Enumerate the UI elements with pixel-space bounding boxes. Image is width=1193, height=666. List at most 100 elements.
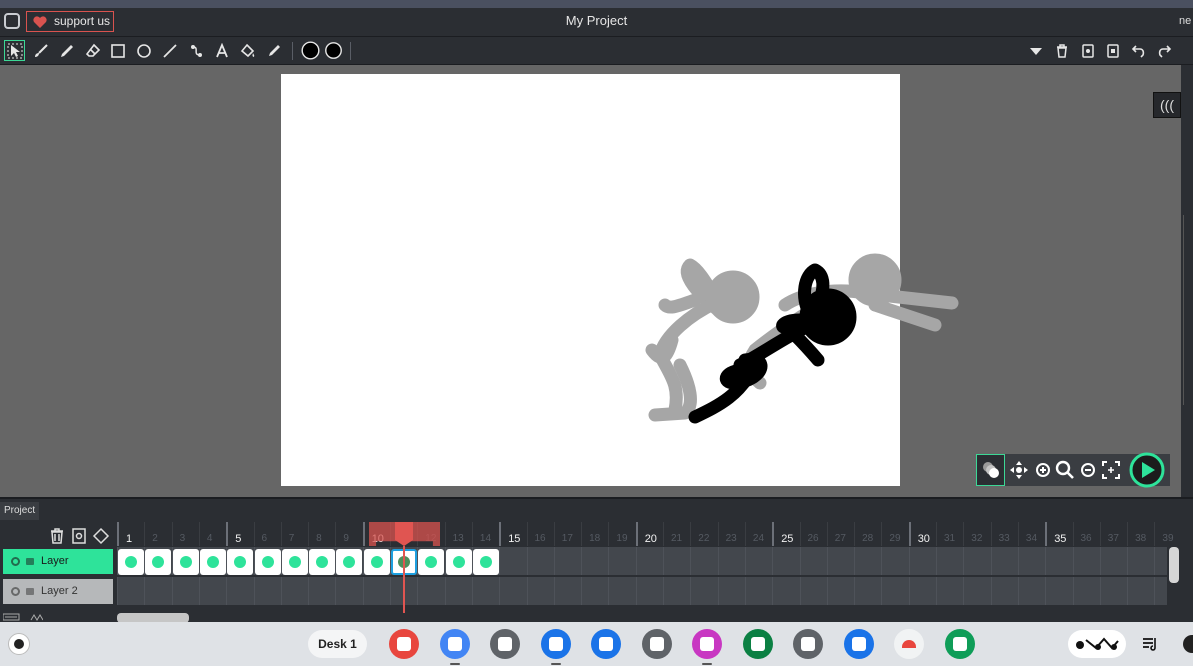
frame-cell[interactable] (444, 577, 472, 605)
rocket-app-icon[interactable] (591, 629, 621, 659)
copy-button[interactable] (1077, 40, 1098, 61)
frame-cell[interactable] (990, 547, 1018, 575)
frame-cell[interactable] (936, 577, 963, 605)
lock-icon[interactable] (26, 558, 34, 565)
frame-number[interactable]: 9 (335, 522, 362, 546)
frame-cell[interactable] (908, 577, 936, 605)
frame-cell[interactable] (1154, 547, 1167, 575)
keyframe[interactable] (418, 549, 445, 575)
frame-cell[interactable] (198, 577, 226, 605)
frame-cell[interactable] (1017, 547, 1045, 575)
keyframe[interactable] (227, 549, 254, 575)
frame-cell[interactable] (799, 577, 827, 605)
keyframe[interactable] (172, 549, 199, 575)
settings-icon[interactable] (793, 629, 823, 659)
keyframe[interactable] (445, 549, 472, 575)
fit-to-screen-button[interactable] (1100, 458, 1122, 482)
frame-cell[interactable] (854, 547, 881, 575)
launcher-button[interactable] (8, 633, 30, 655)
play-button[interactable] (1128, 452, 1166, 488)
frame-cell[interactable] (1045, 547, 1072, 575)
frame-number[interactable]: 13 (444, 522, 472, 546)
fill-color-swatch[interactable] (323, 40, 344, 61)
chrome-icon[interactable] (440, 629, 470, 665)
layer-frames-track[interactable] (117, 577, 1167, 605)
classroom-app-icon[interactable] (743, 629, 773, 659)
frame-cell[interactable] (144, 577, 171, 605)
frame-cell[interactable] (663, 577, 690, 605)
frame-cell[interactable] (1154, 577, 1167, 605)
stage-area[interactable]: ((( (0, 65, 1181, 497)
keyframe[interactable] (199, 549, 226, 575)
frame-cell[interactable] (772, 547, 799, 575)
layer-label-layer-2[interactable]: Layer 2 (3, 579, 113, 604)
frame-cell[interactable] (635, 547, 663, 575)
zoom-in-button[interactable] (1032, 458, 1054, 482)
frame-number[interactable]: 35 (1045, 522, 1072, 546)
frame-number[interactable]: 7 (280, 522, 308, 546)
frame-cell[interactable] (335, 577, 362, 605)
frame-cell[interactable] (608, 547, 635, 575)
frame-cell[interactable] (280, 577, 308, 605)
tool-options-dropdown[interactable] (1025, 40, 1046, 61)
paste-button[interactable] (1102, 40, 1123, 61)
frame-number[interactable]: 3 (171, 522, 199, 546)
line-tool[interactable] (159, 40, 180, 61)
frame-cell[interactable] (881, 547, 908, 575)
brush-tool[interactable] (30, 40, 51, 61)
frame-number[interactable]: 28 (854, 522, 881, 546)
frame-cell[interactable] (990, 577, 1018, 605)
eyedropper-tool[interactable] (263, 40, 284, 61)
frame-cell[interactable] (1072, 577, 1100, 605)
frame-cell[interactable] (663, 547, 690, 575)
tray-tote[interactable] (1068, 630, 1126, 658)
keyframe[interactable] (336, 549, 363, 575)
frame-cell[interactable] (581, 577, 608, 605)
frame-cell[interactable] (499, 547, 526, 575)
frame-number[interactable]: 32 (963, 522, 990, 546)
frame-cell[interactable] (963, 547, 990, 575)
frame-number[interactable]: 38 (1127, 522, 1154, 546)
frame-number[interactable]: 16 (526, 522, 554, 546)
frame-number[interactable]: 4 (198, 522, 226, 546)
frame-number[interactable]: 25 (772, 522, 799, 546)
frame-cell[interactable] (1099, 577, 1127, 605)
frame-cell[interactable] (717, 547, 745, 575)
paint-app-icon[interactable] (389, 629, 419, 659)
frame-number[interactable]: 17 (553, 522, 581, 546)
frame-cell[interactable] (526, 547, 554, 575)
frame-number[interactable]: 34 (1017, 522, 1045, 546)
timeline-size-icon[interactable] (2, 613, 44, 621)
keyframe[interactable] (145, 549, 172, 575)
ellipse-tool[interactable] (133, 40, 154, 61)
layer-frames-track[interactable] (117, 547, 1167, 575)
frame-number[interactable]: 8 (308, 522, 335, 546)
camera-icon[interactable] (844, 629, 874, 659)
frame-cell[interactable] (690, 547, 717, 575)
zoom-out-button[interactable] (1077, 458, 1099, 482)
frame-number[interactable]: 31 (936, 522, 963, 546)
add-blank-frame-icon[interactable] (70, 527, 88, 545)
frame-number[interactable]: 27 (826, 522, 854, 546)
drawing-canvas[interactable] (281, 74, 900, 486)
frame-number[interactable]: 23 (717, 522, 745, 546)
frame-number[interactable]: 6 (253, 522, 281, 546)
sparkle-app-icon[interactable] (692, 629, 722, 665)
delete-button[interactable] (1051, 40, 1072, 61)
desk-button[interactable]: Desk 1 (308, 630, 367, 658)
layer-label-layer[interactable]: Layer (3, 549, 113, 574)
account-avatar[interactable] (1183, 635, 1193, 653)
keyframe[interactable] (254, 549, 281, 575)
frame-cell[interactable] (744, 577, 772, 605)
eraser-tool[interactable] (82, 40, 103, 61)
frame-cell[interactable] (963, 577, 990, 605)
frame-cell[interactable] (908, 547, 936, 575)
frame-cell[interactable] (117, 577, 144, 605)
side-panel-toggle[interactable]: ((( (1153, 92, 1181, 118)
frame-cell[interactable] (772, 577, 799, 605)
frame-cell[interactable] (1127, 577, 1154, 605)
tab-project[interactable]: Project (0, 502, 39, 520)
frame-cell[interactable] (553, 547, 581, 575)
frame-cell[interactable] (690, 577, 717, 605)
frame-cell[interactable] (881, 577, 908, 605)
